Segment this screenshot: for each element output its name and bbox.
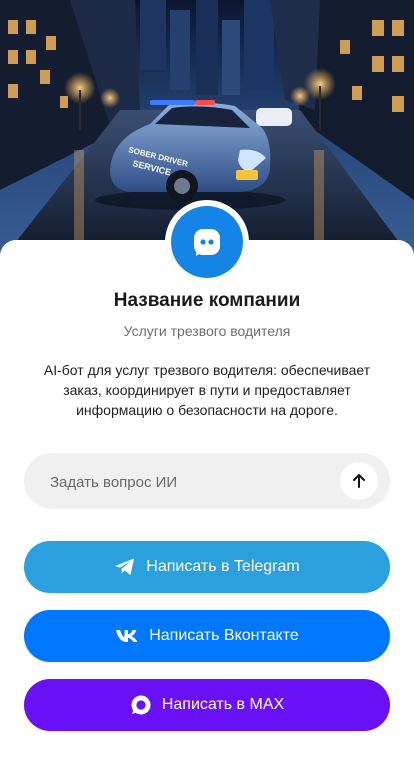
- send-button[interactable]: [340, 462, 378, 500]
- telegram-icon: [114, 557, 136, 577]
- vk-button-label: Написать Вконтакте: [149, 627, 299, 644]
- vk-button[interactable]: Написать Вконтакте: [24, 610, 390, 662]
- ai-question-box: [24, 453, 390, 511]
- max-button-label: Написать в MAX: [161, 696, 285, 713]
- company-description: AI-бот для услуг трезвого водителя: обес…: [43, 362, 371, 418]
- max-button[interactable]: Написать в MAX: [24, 679, 390, 731]
- company-name: Название компании: [113, 290, 301, 311]
- company-subtitle: Услуги трезвого водителя: [123, 323, 291, 339]
- max-icon: [130, 694, 152, 716]
- ask-ai-input[interactable]: [48, 453, 352, 511]
- vk-icon: [115, 629, 139, 643]
- telegram-button-label: Написать в Telegram: [146, 558, 300, 575]
- arrow-up-icon: [353, 474, 365, 488]
- avatar: [165, 200, 249, 284]
- telegram-button[interactable]: Написать в Telegram: [24, 541, 390, 593]
- chat-bubble-icon: [171, 206, 243, 278]
